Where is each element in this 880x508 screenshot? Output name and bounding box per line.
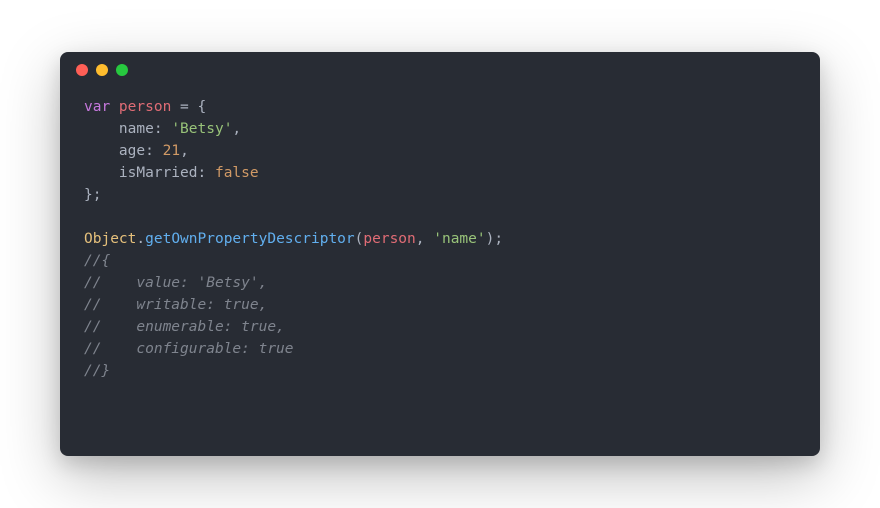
comma: , [232, 121, 241, 137]
paren: ); [486, 231, 503, 247]
method-name: getOwnPropertyDescriptor [145, 231, 355, 247]
code-block: var person = { name: 'Betsy', age: 21, i… [60, 88, 820, 406]
code-line: //} [84, 360, 796, 382]
keyword: var [84, 99, 110, 115]
code-line: //{ [84, 250, 796, 272]
maximize-icon[interactable] [116, 64, 128, 76]
indent [84, 121, 119, 137]
code-line: // writable: true, [84, 294, 796, 316]
comment: // value: 'Betsy', [84, 275, 267, 291]
code-line: Object.getOwnPropertyDescriptor(person, … [84, 228, 796, 250]
property: isMarried [119, 165, 198, 181]
code-line: var person = { [84, 96, 796, 118]
indent [84, 165, 119, 181]
comment: //} [84, 363, 110, 379]
close-icon[interactable] [76, 64, 88, 76]
comma: , [180, 143, 189, 159]
colon: : [145, 143, 162, 159]
number: 21 [163, 143, 180, 159]
code-window: var person = { name: 'Betsy', age: 21, i… [60, 52, 820, 456]
boolean: false [215, 165, 259, 181]
window-titlebar [60, 52, 820, 88]
variable: person [110, 99, 180, 115]
operator: = [180, 99, 189, 115]
property: age [119, 143, 145, 159]
comment: // configurable: true [84, 341, 294, 357]
comment: // enumerable: true, [84, 319, 285, 335]
code-line: // value: 'Betsy', [84, 272, 796, 294]
property: name [119, 121, 154, 137]
colon: : [198, 165, 215, 181]
code-line: // enumerable: true, [84, 316, 796, 338]
object-name: Object [84, 231, 136, 247]
code-line: isMarried: false [84, 162, 796, 184]
code-line: // configurable: true [84, 338, 796, 360]
brace: { [189, 99, 206, 115]
indent [84, 143, 119, 159]
string: 'name' [433, 231, 485, 247]
minimize-icon[interactable] [96, 64, 108, 76]
code-line: }; [84, 184, 796, 206]
code-line: age: 21, [84, 140, 796, 162]
blank [84, 209, 93, 225]
comma: , [416, 231, 433, 247]
parameter: person [363, 231, 415, 247]
comment: //{ [84, 253, 110, 269]
string: 'Betsy' [171, 121, 232, 137]
comment: // writable: true, [84, 297, 267, 313]
code-line [84, 206, 796, 228]
colon: : [154, 121, 171, 137]
code-line: name: 'Betsy', [84, 118, 796, 140]
dot: . [136, 231, 145, 247]
brace: }; [84, 187, 101, 203]
